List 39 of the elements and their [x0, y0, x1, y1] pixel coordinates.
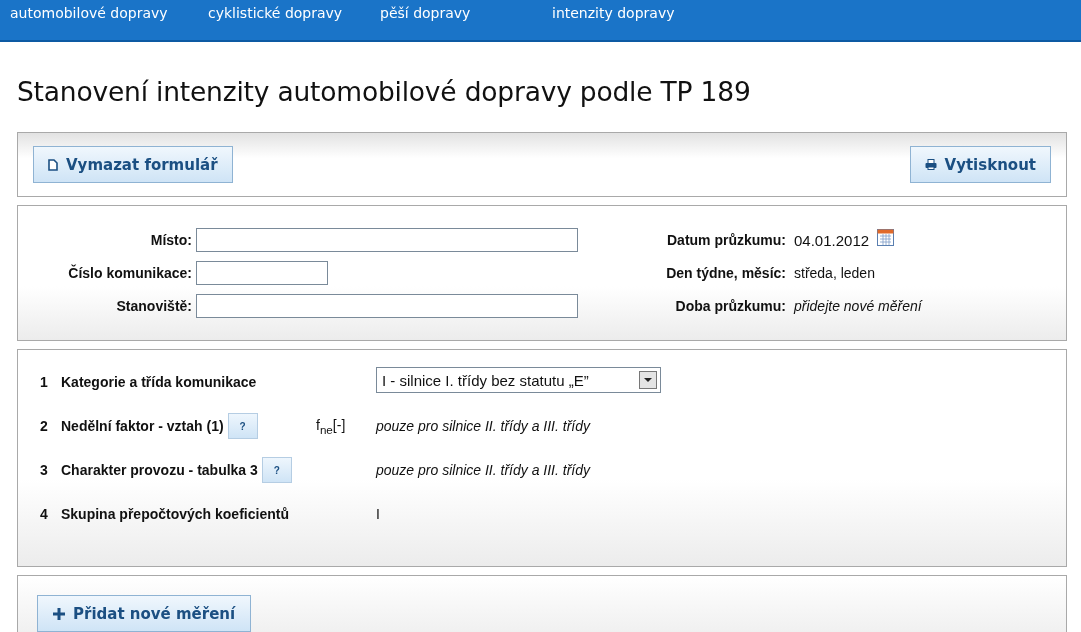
plus-icon: [53, 607, 65, 620]
parameter-label: Skupina přepočtových koeficientů: [61, 506, 289, 522]
nav-link[interactable]: automobilové dopravy: [10, 5, 208, 40]
printer-icon: [924, 159, 937, 170]
note-text: pouze pro silnice II. třídy a III. třídy: [376, 462, 590, 478]
nav-link[interactable]: cyklistické dopravy: [208, 5, 380, 40]
hint-text: přidejte nové měření: [794, 298, 922, 314]
field-label: Datum průzkumu:: [666, 232, 787, 248]
nav-link[interactable]: pěší dopravy: [380, 5, 552, 40]
text-field[interactable]: [196, 294, 578, 318]
parameter-label: Kategorie a třída komunikace: [61, 374, 257, 390]
row-number: 3: [40, 462, 49, 478]
category-dropdown[interactable]: I - silnice I. třídy bez statutu „E”: [376, 367, 661, 393]
page-title: Stanovení intenzity automobilové dopravy podle TP 189: [17, 76, 752, 109]
field-label: Místo:: [149, 232, 193, 248]
symbol-label: f$_{ne}$[-]: [316, 416, 346, 433]
document-icon: [48, 158, 58, 171]
note-text: pouze pro silnice II. třídy a III. třídy: [376, 418, 590, 434]
help-button[interactable]: ?: [227, 413, 258, 439]
clear-form-button[interactable]: Vymazat formulář: [33, 146, 233, 183]
text-field[interactable]: [196, 228, 578, 252]
parameter-label: Charakter provozu - tabulka 3: [61, 462, 258, 478]
nav-link[interactable]: intenzity dopravy: [552, 5, 724, 40]
print-button[interactable]: Vytisknout: [909, 146, 1051, 183]
calendar-icon[interactable]: [877, 228, 895, 246]
help-button[interactable]: ?: [261, 457, 292, 483]
add-measurement-button[interactable]: Přidat nové měření: [37, 595, 252, 632]
field-label: Den týdne, měsíc:: [665, 265, 787, 281]
row-number: 2: [40, 418, 49, 434]
date-value: 04.01.2012: [794, 231, 870, 249]
row-number: 4: [40, 506, 49, 522]
text-field[interactable]: [196, 261, 328, 285]
field-label: Doba průzkumu:: [674, 298, 787, 314]
field-value: středa, leden: [794, 265, 875, 281]
field-label: Stanoviště:: [115, 298, 193, 314]
parameter-value: I: [376, 506, 380, 522]
row-number: 1: [40, 374, 49, 390]
field-label: Číslo komunikace:: [67, 265, 193, 281]
parameter-label: Nedělní faktor - vztah (1): [61, 418, 224, 434]
